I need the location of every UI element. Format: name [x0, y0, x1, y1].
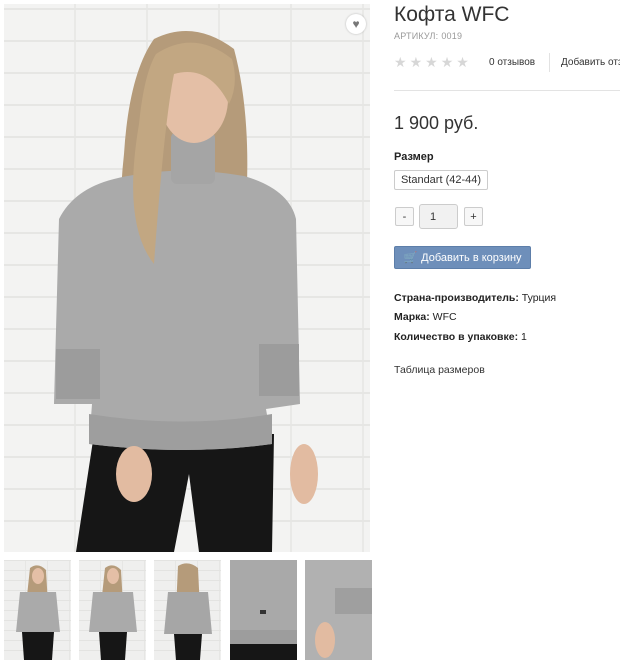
- main-product-photo[interactable]: ♥: [4, 4, 370, 552]
- add-to-cart-button[interactable]: 🛒 Добавить в корзину: [394, 246, 531, 269]
- spec-label: Количество в упаковке:: [394, 331, 519, 343]
- thumbnail-4[interactable]: [230, 560, 297, 660]
- star-icon[interactable]: ★: [410, 55, 423, 69]
- spec-brand: Марка: WFC: [394, 311, 457, 323]
- sweater-shape: [54, 170, 300, 450]
- spec-value: Турция: [521, 292, 557, 304]
- thumbnail-1[interactable]: [4, 560, 71, 660]
- divider: [394, 90, 620, 91]
- trousers-shape: [76, 434, 274, 552]
- star-icon[interactable]: ★: [425, 55, 438, 69]
- model-figure: [54, 31, 318, 552]
- thumbnail-strip: [4, 560, 372, 660]
- size-option-button[interactable]: Standart (42-44): [394, 170, 488, 190]
- thumbnail-5[interactable]: [305, 560, 372, 660]
- quantity-decrease-button[interactable]: -: [395, 207, 414, 226]
- thumbnail-2[interactable]: [79, 560, 146, 660]
- product-title: Кофта WFC: [394, 3, 510, 26]
- thumbnail-3[interactable]: [154, 560, 221, 660]
- quantity-input[interactable]: [419, 204, 458, 229]
- divider: [549, 53, 550, 72]
- sku-value: 0019: [441, 31, 463, 41]
- rating-stars[interactable]: ★ ★ ★ ★ ★: [394, 55, 469, 69]
- reviews-link[interactable]: 0 отзывов: [489, 57, 535, 68]
- sku-label: АРТИКУЛ:: [394, 31, 439, 41]
- quantity-increase-button[interactable]: +: [464, 207, 483, 226]
- spec-value: WFC: [432, 311, 457, 323]
- wishlist-button[interactable]: ♥: [346, 14, 366, 34]
- product-sku: АРТИКУЛ: 0019: [394, 31, 462, 41]
- heart-icon: ♥: [352, 17, 360, 31]
- add-review-link[interactable]: Добавить отзыв: [561, 57, 620, 68]
- size-table-link[interactable]: Таблица размеров: [394, 364, 485, 376]
- spec-pack-quantity: Количество в упаковке: 1: [394, 331, 527, 343]
- spec-label: Страна-производитель:: [394, 292, 519, 304]
- product-price: 1 900 руб.: [394, 113, 479, 133]
- cart-icon: 🛒: [403, 252, 418, 264]
- star-icon[interactable]: ★: [441, 55, 454, 69]
- star-icon[interactable]: ★: [394, 55, 407, 69]
- spec-value: 1: [521, 331, 527, 343]
- add-to-cart-label: Добавить в корзину: [421, 251, 522, 264]
- size-label: Размер: [394, 151, 434, 163]
- spec-country: Страна-производитель: Турция: [394, 292, 556, 304]
- spec-label: Марка:: [394, 311, 430, 323]
- star-icon[interactable]: ★: [456, 55, 469, 69]
